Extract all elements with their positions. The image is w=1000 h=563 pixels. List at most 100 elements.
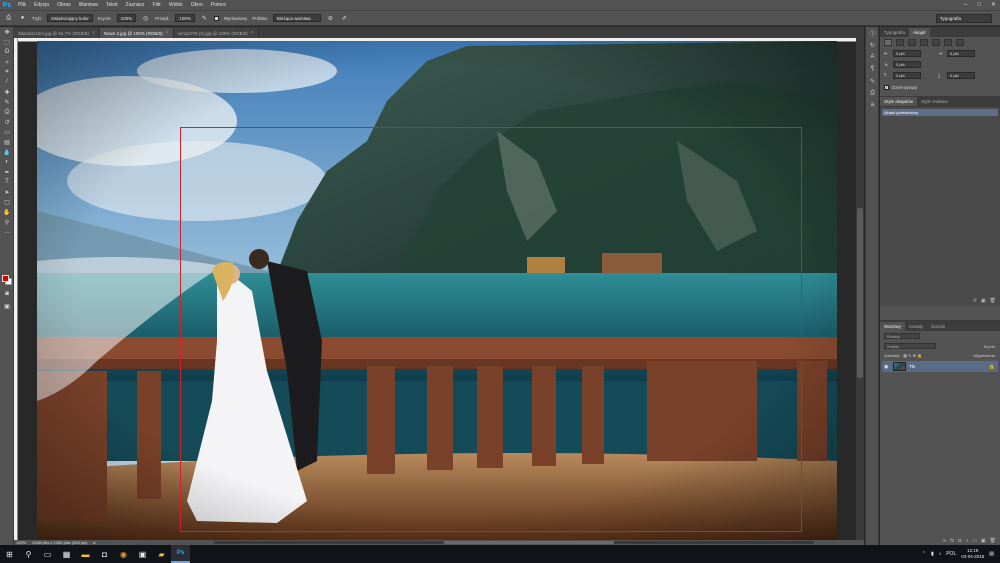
blur-tool-icon[interactable]: 💧 bbox=[0, 147, 14, 157]
layer-name[interactable]: Tło bbox=[909, 364, 915, 369]
right-indent-field[interactable]: ⇥ 0 pkt bbox=[938, 50, 988, 57]
clone-stamp-tool-icon[interactable]: ⎙ bbox=[0, 107, 14, 117]
pen-tool-icon[interactable]: ✒ bbox=[0, 167, 14, 177]
clear-override-icon[interactable]: ↺ bbox=[973, 298, 977, 304]
sample-select[interactable]: Bieżąca warstwa bbox=[272, 14, 321, 22]
move-tool-icon[interactable]: ✥ bbox=[0, 27, 14, 37]
photoshop-taskbar-icon[interactable]: Ps bbox=[171, 545, 190, 563]
horizontal-scrollbar[interactable] bbox=[214, 541, 814, 544]
marquee-tool-icon[interactable]: ⬚ bbox=[0, 37, 14, 47]
adjustment-icon[interactable]: ◑ bbox=[965, 538, 968, 544]
space-after-value[interactable]: 0 pkt bbox=[947, 72, 975, 79]
menu-pomoc[interactable]: Pomoc bbox=[207, 0, 231, 10]
menu-widok[interactable]: Widok bbox=[165, 0, 187, 10]
list-item[interactable]: Akapit podstawowy bbox=[882, 109, 998, 116]
chrome-icon[interactable]: ◉ bbox=[114, 545, 133, 563]
new-style-icon[interactable]: ▣ bbox=[981, 298, 986, 304]
task-view-icon[interactable]: ▭ bbox=[38, 545, 57, 563]
justify-center-icon[interactable] bbox=[932, 39, 940, 46]
pressure-opacity-icon[interactable]: ◎ bbox=[141, 14, 150, 23]
language-indicator[interactable]: POL bbox=[946, 551, 956, 557]
first-line-field[interactable]: ↳ 0 pkt bbox=[884, 61, 934, 68]
space-before-field[interactable]: ⤒ 0 pkt bbox=[884, 72, 934, 79]
left-indent-value[interactable]: 0 pkt bbox=[893, 50, 921, 57]
ignore-adjustment-icon[interactable]: ⊘ bbox=[326, 14, 335, 23]
quick-select-tool-icon[interactable]: ✧ bbox=[0, 57, 14, 67]
network-icon[interactable]: ▮ bbox=[931, 551, 934, 557]
lasso-tool-icon[interactable]: ʘ bbox=[0, 47, 14, 57]
new-layer-icon[interactable]: ▣ bbox=[981, 538, 986, 544]
justify-all-icon[interactable] bbox=[956, 39, 964, 46]
character-icon[interactable]: A bbox=[866, 51, 879, 63]
minimize-icon[interactable]: – bbox=[964, 0, 967, 10]
trash-icon[interactable]: 🗑 bbox=[990, 538, 996, 544]
tray-chevron-icon[interactable]: ⌃ bbox=[922, 551, 926, 557]
hand-tool-icon[interactable]: ✋ bbox=[0, 207, 14, 217]
right-indent-value[interactable]: 0 pkt bbox=[947, 50, 975, 57]
link-icon[interactable]: ∞ bbox=[943, 538, 947, 544]
pressure-size-icon[interactable]: ✐ bbox=[340, 14, 349, 23]
mode-select[interactable]: Zwiększający kolor bbox=[47, 14, 93, 22]
doc-tab-active[interactable]: Nowe 2.jpg @ 100% (RGB/8) × bbox=[99, 28, 174, 38]
space-after-field[interactable]: ⤓ 0 pkt bbox=[938, 72, 988, 79]
tab-channels[interactable]: Kanały bbox=[905, 322, 927, 331]
type-tool-icon[interactable]: T bbox=[0, 177, 14, 187]
blend-mode-select[interactable]: Zwykły bbox=[884, 343, 936, 349]
menu-filtr[interactable]: Filtr bbox=[149, 0, 165, 10]
brush-icon[interactable]: ✎ bbox=[866, 75, 879, 87]
first-line-value[interactable]: 0 pkt bbox=[893, 61, 921, 68]
trash-icon[interactable]: 🗑 bbox=[990, 298, 996, 304]
calculator-icon[interactable]: ▦ bbox=[57, 545, 76, 563]
gradient-tool-icon[interactable]: ▤ bbox=[0, 137, 14, 147]
shape-tool-icon[interactable]: ▢ bbox=[0, 197, 14, 207]
opacity-input[interactable]: 100% bbox=[116, 14, 137, 22]
history-icon[interactable]: ↻ bbox=[866, 39, 879, 51]
search-icon[interactable]: ⚲ bbox=[19, 545, 38, 563]
close-icon[interactable]: × bbox=[251, 30, 254, 36]
folder-icon[interactable]: ▭ bbox=[972, 538, 977, 544]
menu-okno[interactable]: Okno bbox=[187, 0, 207, 10]
fx-icon[interactable]: fx bbox=[950, 538, 954, 544]
vertical-scrollbar[interactable] bbox=[856, 38, 864, 540]
brush-preset-icon[interactable]: ● bbox=[18, 14, 27, 23]
app-icon[interactable]: ▣ bbox=[133, 545, 152, 563]
left-indent-field[interactable]: ⇤ 0 pkt bbox=[884, 50, 934, 57]
healing-brush-tool-icon[interactable]: ✚ bbox=[0, 87, 14, 97]
clone-stamp-tool-icon[interactable]: ⎙ bbox=[4, 14, 13, 23]
workspace-select[interactable]: Typografia bbox=[936, 14, 992, 23]
notifications-icon[interactable]: ▤ bbox=[989, 551, 994, 557]
close-icon[interactable]: ✕ bbox=[991, 0, 996, 10]
glyphs-icon[interactable]: a bbox=[866, 99, 879, 111]
zoom-tool-icon[interactable]: ⚲ bbox=[0, 217, 14, 227]
menu-obraz[interactable]: Obraz bbox=[53, 0, 75, 10]
tab-layers[interactable]: Warstwy bbox=[880, 322, 906, 331]
document-image[interactable] bbox=[37, 41, 837, 540]
hyphenate-checkbox[interactable]: ✓ bbox=[884, 85, 889, 90]
space-before-value[interactable]: 0 pkt bbox=[893, 72, 921, 79]
close-icon[interactable]: × bbox=[92, 30, 95, 36]
tab-akapit[interactable]: Akapit bbox=[909, 28, 930, 37]
menu-tekst[interactable]: Tekst bbox=[102, 0, 122, 10]
selection-rectangle[interactable] bbox=[180, 127, 802, 532]
tab-character-styles[interactable]: Style znaków bbox=[917, 97, 952, 106]
history-brush-tool-icon[interactable]: ↺ bbox=[0, 117, 14, 127]
justify-left-icon[interactable] bbox=[920, 39, 928, 46]
mask-icon[interactable]: ◘ bbox=[958, 538, 961, 544]
volume-icon[interactable]: ♪ bbox=[939, 551, 942, 557]
justify-right-icon[interactable] bbox=[944, 39, 952, 46]
align-center-icon[interactable] bbox=[896, 39, 904, 46]
maximize-icon[interactable]: □ bbox=[977, 0, 981, 10]
store-icon[interactable]: ◘ bbox=[95, 545, 114, 563]
align-right-icon[interactable] bbox=[908, 39, 916, 46]
eraser-tool-icon[interactable]: ▭ bbox=[0, 127, 14, 137]
canvas-area[interactable] bbox=[14, 38, 864, 540]
tab-typografia[interactable]: Typografia bbox=[880, 28, 909, 37]
clock[interactable]: 12:18 03-04-2016 bbox=[961, 548, 984, 560]
aligned-checkbox[interactable] bbox=[213, 15, 219, 21]
close-icon[interactable]: × bbox=[166, 30, 169, 36]
start-icon[interactable]: ⊞ bbox=[0, 545, 19, 563]
menu-zaznacz[interactable]: Zaznacz bbox=[122, 0, 149, 10]
menu-plik[interactable]: Plik bbox=[14, 0, 30, 10]
screen-mode-icon[interactable]: ▣ bbox=[0, 301, 14, 311]
info-icon[interactable]: ⓘ bbox=[866, 27, 879, 39]
